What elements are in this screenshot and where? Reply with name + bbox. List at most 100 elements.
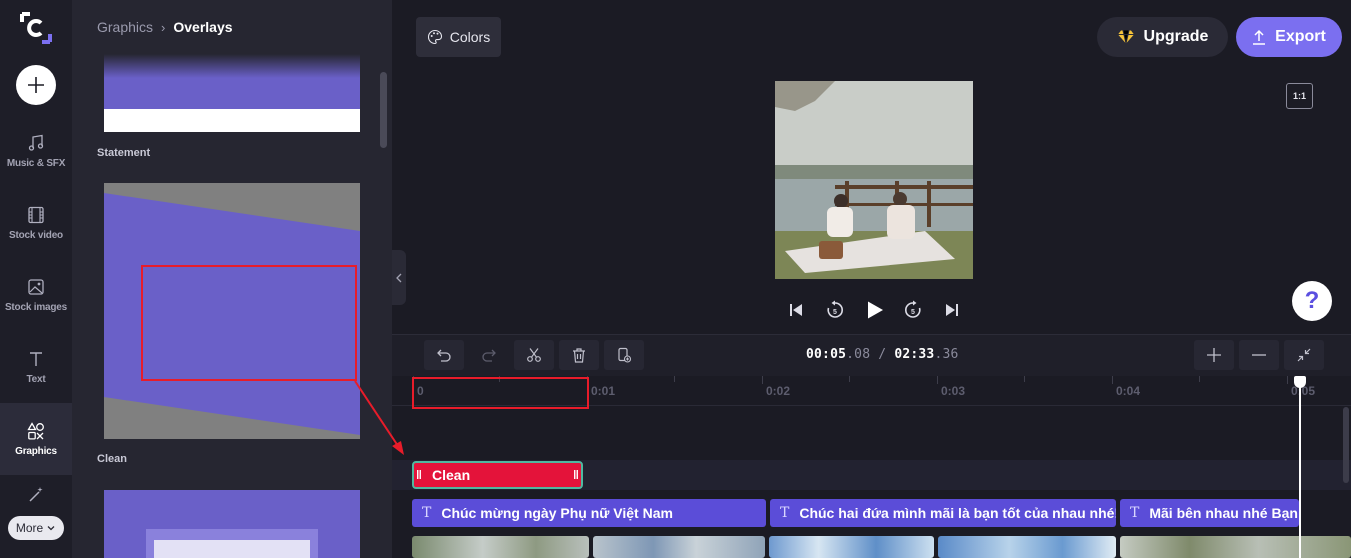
total-time: 02:33 <box>894 347 935 362</box>
overlay-thumbnail-next[interactable] <box>104 490 360 558</box>
rewind-5s-button[interactable]: 5 <box>823 298 847 322</box>
colors-label: Colors <box>449 29 491 45</box>
video-clip[interactable] <box>1120 536 1351 558</box>
plus-icon <box>1207 348 1221 362</box>
fit-timeline-button[interactable] <box>1284 340 1324 370</box>
panel-scrollbar[interactable] <box>380 72 387 148</box>
collapse-arrows-icon <box>1297 348 1311 362</box>
forward-5s-button[interactable]: 5 <box>901 298 925 322</box>
video-clip[interactable] <box>593 536 765 558</box>
minus-icon <box>1252 354 1266 356</box>
more-button[interactable]: More <box>8 516 64 540</box>
rail-item-music-sfx[interactable]: Music & SFX <box>0 115 72 187</box>
skip-start-icon <box>790 304 802 316</box>
aspect-ratio-button[interactable]: 1:1 <box>1286 83 1313 109</box>
ruler-tick <box>674 376 675 382</box>
forward-5-icon: 5 <box>905 300 921 318</box>
shapes-icon <box>27 421 44 440</box>
rail-item-text[interactable]: Text <box>0 331 72 403</box>
text-clip-label: Chúc hai đứa mình mãi là bạn tốt của nha… <box>799 505 1116 521</box>
collapse-panel-button[interactable] <box>392 250 406 305</box>
ruler-tick <box>1287 376 1288 384</box>
video-clip[interactable] <box>938 536 1116 558</box>
rail-item-stock-video[interactable]: Stock video <box>0 187 72 259</box>
annotation-highlight-thumbnail <box>141 265 357 381</box>
export-button[interactable]: Export <box>1236 17 1342 57</box>
video-clip[interactable] <box>412 536 589 558</box>
skip-back-button[interactable] <box>786 298 806 322</box>
more-label: More <box>15 521 44 535</box>
zoom-in-button[interactable] <box>1194 340 1234 370</box>
rail-item-label: Stock video <box>9 229 63 241</box>
rail-item-stock-images[interactable]: Stock images <box>0 259 72 331</box>
svg-text:5: 5 <box>911 309 915 316</box>
annotation-highlight-drop-area <box>412 377 589 409</box>
rail-item-label: Stock images <box>4 301 68 313</box>
upgrade-label: Upgrade <box>1143 28 1209 45</box>
upgrade-button[interactable]: Upgrade <box>1097 17 1228 57</box>
trash-icon <box>573 348 585 363</box>
left-rail: Music & SFX Stock video Stock images Tex… <box>0 0 72 558</box>
help-button[interactable]: ? <box>1292 281 1332 321</box>
text-icon <box>30 351 42 366</box>
ruler-tick <box>849 376 850 382</box>
play-icon <box>868 301 883 319</box>
delete-button[interactable] <box>559 340 599 370</box>
current-time-fraction: .08 <box>846 347 871 362</box>
current-time: 00:05 <box>806 347 847 362</box>
rail-item-label: Music & SFX <box>6 157 66 169</box>
clip-trim-handle-right[interactable]: ‖ <box>571 463 581 487</box>
timeline-scrollbar[interactable] <box>1343 407 1349 483</box>
playhead-handle[interactable] <box>1294 376 1306 388</box>
total-time-fraction: .36 <box>934 347 959 362</box>
ruler-label: 0:03 <box>941 384 966 398</box>
split-button[interactable] <box>514 340 554 370</box>
duplicate-icon <box>618 347 632 363</box>
chevron-down-icon <box>47 526 55 531</box>
thumbnail-label: Statement <box>97 147 151 159</box>
clipchamp-editor: Music & SFX Stock video Stock images Tex… <box>0 0 1351 558</box>
text-clip[interactable]: T Chúc mừng ngày Phụ nữ Việt Nam <box>412 499 766 527</box>
thumbnail-label: Clean <box>97 453 127 465</box>
overlay-clip-clean[interactable]: ‖ Clean ‖ <box>412 461 583 489</box>
breadcrumb-parent[interactable]: Graphics <box>97 19 153 35</box>
palette-icon <box>427 29 442 45</box>
export-label: Export <box>1275 28 1326 45</box>
image-icon <box>28 278 44 295</box>
skip-forward-button[interactable] <box>942 298 962 322</box>
text-clip[interactable]: T Mãi bên nhau nhé Bạn t <box>1120 499 1299 527</box>
duplicate-button[interactable] <box>604 340 644 370</box>
ruler-label: 0:01 <box>591 384 616 398</box>
colors-button[interactable]: Colors <box>416 17 501 57</box>
rail-item-magic[interactable] <box>0 475 72 515</box>
text-clip[interactable]: T Chúc hai đứa mình mãi là bạn tốt của n… <box>770 499 1116 527</box>
play-button[interactable] <box>864 298 886 322</box>
zoom-out-button[interactable] <box>1239 340 1279 370</box>
chevron-right-icon: › <box>161 19 166 35</box>
video-clip[interactable] <box>769 536 934 558</box>
redo-icon <box>482 349 496 362</box>
undo-button[interactable] <box>424 340 464 370</box>
ruler-tick <box>1199 376 1200 382</box>
text-icon: T <box>422 505 432 521</box>
clip-trim-handle-left[interactable]: ‖ <box>414 463 424 487</box>
rail-item-graphics[interactable]: Graphics <box>0 403 72 475</box>
music-note-icon <box>28 134 44 151</box>
scissors-icon <box>527 348 541 362</box>
app-logo-icon[interactable] <box>18 10 54 46</box>
rail-item-label: Text <box>26 373 46 385</box>
plus-icon <box>28 77 44 93</box>
skip-end-icon <box>946 304 958 316</box>
ruler-label: 0:04 <box>1116 384 1141 398</box>
svg-text:5: 5 <box>833 309 837 316</box>
video-preview[interactable] <box>775 81 973 279</box>
preview-frame <box>775 81 973 279</box>
ruler-tick <box>762 376 763 384</box>
overlay-thumbnail-statement[interactable] <box>104 54 360 132</box>
playhead[interactable] <box>1299 383 1301 558</box>
redo-button[interactable] <box>469 340 509 370</box>
add-media-button[interactable] <box>16 65 56 105</box>
text-icon: T <box>1130 505 1140 521</box>
diamond-icon <box>1117 30 1134 44</box>
time-separator: / <box>870 347 895 362</box>
